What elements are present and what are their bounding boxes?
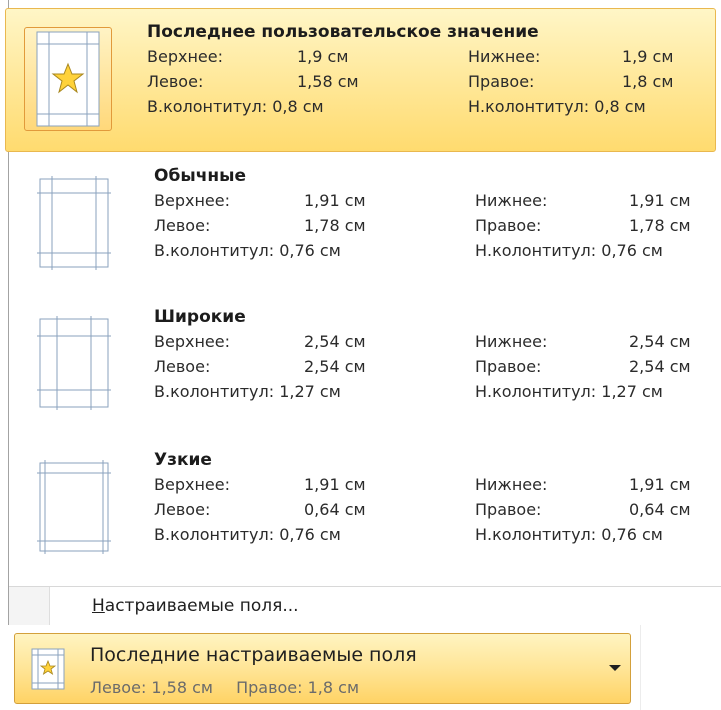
header-text: В.колонтитул: 0,76 см (154, 525, 341, 544)
bottom-value: 1,91 см (629, 475, 691, 494)
preset-narrow[interactable]: Узкие Верхнее: 1,91 см Нижнее: 1,91 см Л… (9, 444, 721, 584)
custom-margins-text: астраиваемые поля... (104, 596, 299, 616)
preset-last-custom[interactable]: Последнее пользовательское значение Верх… (5, 8, 716, 152)
bottom-label: Нижнее: (475, 191, 548, 210)
left-margin-text: Левое: 1,58 см (90, 678, 213, 697)
bottom-label: Нижнее: (475, 475, 548, 494)
button-title: Последние настраиваемые поля (90, 644, 417, 666)
page-star-icon (36, 31, 100, 127)
accelerator-key: Н (92, 596, 105, 616)
custom-margins-label: Настраиваемые поля... (92, 596, 299, 616)
left-label: Левое: (154, 357, 211, 376)
top-label: Верхнее: (154, 332, 230, 351)
preset-title: Последнее пользовательское значение (147, 22, 539, 42)
custom-margins-menu-item[interactable]: Настраиваемые поля... (9, 587, 721, 625)
background-area (640, 625, 721, 710)
left-value: 1,58 см (297, 72, 359, 91)
left-label: Левое: (147, 72, 204, 91)
bottom-value: 2,54 см (629, 332, 691, 351)
last-custom-margins-button[interactable]: Последние настраиваемые поля Левое: 1,58… (14, 633, 631, 704)
left-label: Левое: (154, 216, 211, 235)
right-margin-text: Правое: 1,8 см (236, 678, 360, 697)
header-text: В.колонтитул: 1,27 см (154, 382, 341, 401)
top-label: Верхнее: (147, 47, 223, 66)
button-subtitle: Левое: 1,58 см Правое: 1,8 см (90, 678, 377, 697)
right-label: Правое: (475, 500, 542, 519)
header-text: В.колонтитул: 0,76 см (154, 241, 341, 260)
top-value: 1,9 см (297, 47, 349, 66)
footer-text: Н.колонтитул: 0,76 см (475, 525, 663, 544)
top-value: 1,91 см (304, 475, 366, 494)
bottom-value: 1,9 см (622, 47, 674, 66)
preset-title: Обычные (154, 166, 247, 186)
preset-title: Узкие (154, 450, 212, 470)
top-value: 1,91 см (304, 191, 366, 210)
right-label: Правое: (475, 216, 542, 235)
bottom-label: Нижнее: (468, 47, 541, 66)
right-value: 1,8 см (622, 72, 674, 91)
top-label: Верхнее: (154, 475, 230, 494)
top-label: Верхнее: (154, 191, 230, 210)
right-value: 1,78 см (629, 216, 691, 235)
dropdown-arrow-icon[interactable] (609, 665, 621, 671)
margins-dropdown-menu: Последнее пользовательское значение Верх… (5, 0, 721, 625)
page-normal-margins-icon (37, 176, 111, 270)
page-star-icon (31, 648, 65, 690)
left-value: 0,64 см (304, 500, 366, 519)
header-text: В.колонтитул: 0,8 см (147, 97, 324, 116)
bottom-value: 1,91 см (629, 191, 691, 210)
right-label: Правое: (475, 357, 542, 376)
left-label: Левое: (154, 500, 211, 519)
footer-text: Н.колонтитул: 0,76 см (475, 241, 663, 260)
preset-normal[interactable]: Обычные Верхнее: 1,91 см Нижнее: 1,91 см… (9, 160, 721, 298)
preset-title: Широкие (154, 307, 246, 327)
footer-text: Н.колонтитул: 1,27 см (475, 382, 663, 401)
top-value: 2,54 см (304, 332, 366, 351)
right-value: 2,54 см (629, 357, 691, 376)
left-value: 1,78 см (304, 216, 366, 235)
preset-wide[interactable]: Широкие Верхнее: 2,54 см Нижнее: 2,54 см… (9, 300, 721, 442)
footer-text: Н.колонтитул: 0,8 см (468, 97, 646, 116)
right-label: Правое: (468, 72, 535, 91)
page-wide-margins-icon (37, 316, 111, 410)
bottom-label: Нижнее: (475, 332, 548, 351)
page-narrow-margins-icon (37, 460, 111, 554)
left-value: 2,54 см (304, 357, 366, 376)
right-value: 0,64 см (629, 500, 691, 519)
